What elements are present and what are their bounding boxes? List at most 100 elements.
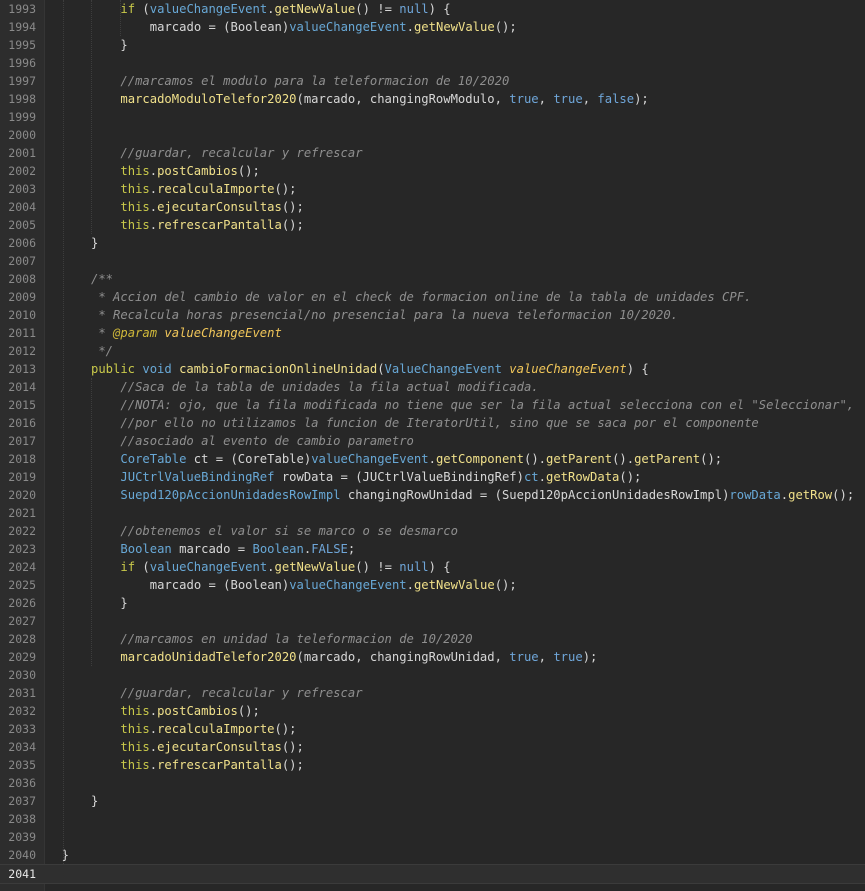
code-token: this	[120, 182, 150, 196]
code-line[interactable]: 2019 JUCtrlValueBindingRef rowData = (JUC…	[0, 468, 865, 486]
code-line[interactable]: 1998 marcadoModuloTelefor2020(marcado, ch…	[0, 90, 865, 108]
code-line[interactable]: 2016 //por ello no utilizamos la funcion …	[0, 414, 865, 432]
code-token: //NOTA: ojo, que la fila modificada no t…	[120, 398, 855, 412]
code-line[interactable]: 1994 marcado = (Boolean)valueChangeEvent.…	[0, 18, 865, 36]
code-line[interactable]: 2014 //Saca de la tabla de unidades la fi…	[0, 378, 865, 396]
code-line[interactable]: 2036	[0, 774, 865, 792]
line-number: 2012	[8, 344, 36, 358]
code-token: valueChangeEvent	[149, 2, 268, 16]
code-line[interactable]: 2040}	[0, 846, 865, 864]
code-line[interactable]: 2015 //NOTA: ojo, que la fila modificada …	[0, 396, 865, 414]
code-token: null	[399, 2, 429, 16]
line-number: 2006	[8, 236, 36, 250]
code-line[interactable]: 2021	[0, 504, 865, 522]
code-line[interactable]: 2029 marcadoUnidadTelefor2020(marcado, ch…	[0, 648, 865, 666]
code-token: getComponent	[435, 452, 524, 466]
line-code: Suepd120pAccionUnidadesRowImpl changingR…	[120, 486, 854, 504]
code-token: }	[91, 794, 99, 808]
code-line[interactable]: 2033 this.recalculaImporte();	[0, 720, 865, 738]
code-line[interactable]: 1997 //marcamos el modulo para la telefor…	[0, 72, 865, 90]
line-code: //obtenemos el valor si se marco o se de…	[120, 522, 458, 540]
code-line[interactable]: 2026}	[0, 594, 865, 612]
line-number: 2034	[8, 740, 36, 754]
code-line[interactable]: 2023 Boolean marcado = Boolean.FALSE;	[0, 540, 865, 558]
code-token: cambioFormacionOnlineUnidad	[179, 362, 378, 376]
code-token: valueChangeEvent	[311, 452, 429, 466]
code-line[interactable]: 2030	[0, 666, 865, 684]
code-token: ) {	[626, 362, 649, 376]
code-token: marcado = (Boolean)	[149, 578, 290, 592]
code-token: //asociado al evento de cambio parametro	[120, 434, 414, 448]
line-code: //por ello no utilizamos la funcion de I…	[120, 414, 758, 432]
code-line[interactable]: 2003 this.recalculaImporte();	[0, 180, 865, 198]
code-token: void	[142, 362, 172, 376]
code-token: .	[267, 2, 275, 16]
code-line[interactable]: 2027	[0, 612, 865, 630]
code-line[interactable]: 2008 /**	[0, 270, 865, 288]
code-line[interactable]: 2024 if (valueChangeEvent.getNewValue() !…	[0, 558, 865, 576]
line-number: 2004	[8, 200, 36, 214]
line-number: 1995	[8, 38, 36, 52]
line-code: JUCtrlValueBindingRef rowData = (JUCtrlV…	[120, 468, 641, 486]
line-code: }	[91, 792, 98, 810]
code-token: .	[149, 182, 158, 196]
line-number: 2003	[8, 182, 36, 196]
code-token: ct = (CoreTable)	[186, 452, 312, 466]
code-line[interactable]: 2009 * Accion del cambio de valor en el …	[0, 288, 865, 306]
code-line[interactable]: 2038	[0, 810, 865, 828]
line-number: 2040	[8, 848, 36, 862]
line-code: //marcamos en unidad la teleformacion de…	[120, 630, 472, 648]
code-line[interactable]: 2012 */	[0, 342, 865, 360]
code-line[interactable]: 2001 //guardar, recalcular y refrescar	[0, 144, 865, 162]
code-line[interactable]: 2007	[0, 252, 865, 270]
code-editor[interactable]: 1993 if (valueChangeEvent.getNewValue() !…	[0, 0, 865, 891]
code-line[interactable]: 2000	[0, 126, 865, 144]
code-token: //marcamos el modulo para la teleformaci…	[120, 74, 510, 88]
code-line[interactable]: 2022 //obtenemos el valor si se marco o s…	[0, 522, 865, 540]
line-number: 1996	[8, 56, 36, 70]
code-line[interactable]: 1996	[0, 54, 865, 72]
code-line[interactable]: 1993 if (valueChangeEvent.getNewValue() !…	[0, 0, 865, 18]
code-line[interactable]: 2025 marcado = (Boolean)valueChangeEvent.…	[0, 576, 865, 594]
code-line[interactable]: 2013 public void cambioFormacionOnlineUni…	[0, 360, 865, 378]
code-line[interactable]: 2005 this.refrescarPantalla();	[0, 216, 865, 234]
code-token: */	[91, 344, 114, 358]
line-number: 2036	[8, 776, 36, 790]
line-number: 2026	[8, 596, 36, 610]
line-number: 2041	[8, 867, 36, 881]
code-line[interactable]: 2006}	[0, 234, 865, 252]
code-token: this	[120, 704, 150, 718]
code-line[interactable]: 2041	[0, 864, 865, 884]
code-line[interactable]: 2028 //marcamos en unidad la teleformacio…	[0, 630, 865, 648]
code-line[interactable]: 2002 this.postCambios();	[0, 162, 865, 180]
code-line[interactable]: 2004 this.ejecutarConsultas();	[0, 198, 865, 216]
code-line[interactable]: 2018 CoreTable ct = (CoreTable)valueChang…	[0, 450, 865, 468]
line-number: 2010	[8, 308, 36, 322]
code-token: );	[582, 650, 598, 664]
code-line[interactable]: 2010 * Recalcula horas presencial/no pre…	[0, 306, 865, 324]
code-line[interactable]: 2020 Suepd120pAccionUnidadesRowImpl chang…	[0, 486, 865, 504]
code-token: changingRowUnidad = (Suepd120pAccionUnid…	[340, 488, 730, 502]
line-code: //guardar, recalcular y refrescar	[120, 684, 362, 702]
code-line[interactable]: 2032 this.postCambios();	[0, 702, 865, 720]
code-line[interactable]: 2011 * @param valueChangeEvent	[0, 324, 865, 342]
code-line[interactable]: 2031 //guardar, recalcular y refrescar	[0, 684, 865, 702]
line-number: 2024	[8, 560, 36, 574]
code-token: Boolean	[252, 542, 304, 556]
code-token: ,	[582, 92, 598, 106]
code-token: false	[597, 92, 635, 106]
code-line[interactable]: 2039	[0, 828, 865, 846]
code-line[interactable]: 1999	[0, 108, 865, 126]
code-token: .	[149, 164, 158, 178]
code-line[interactable]: 1995}	[0, 36, 865, 54]
code-token: public	[91, 362, 136, 376]
line-code: marcadoUnidadTelefor2020(marcado, changi…	[120, 648, 597, 666]
code-line[interactable]: 2037}	[0, 792, 865, 810]
line-number: 2030	[8, 668, 36, 682]
line-code: this.ejecutarConsultas();	[120, 738, 303, 756]
code-line[interactable]: 2017 //asociado al evento de cambio param…	[0, 432, 865, 450]
line-code: }	[120, 594, 127, 612]
code-line[interactable]: 2035 this.refrescarPantalla();	[0, 756, 865, 774]
code-line[interactable]: 2034 this.ejecutarConsultas();	[0, 738, 865, 756]
line-number: 2019	[8, 470, 36, 484]
